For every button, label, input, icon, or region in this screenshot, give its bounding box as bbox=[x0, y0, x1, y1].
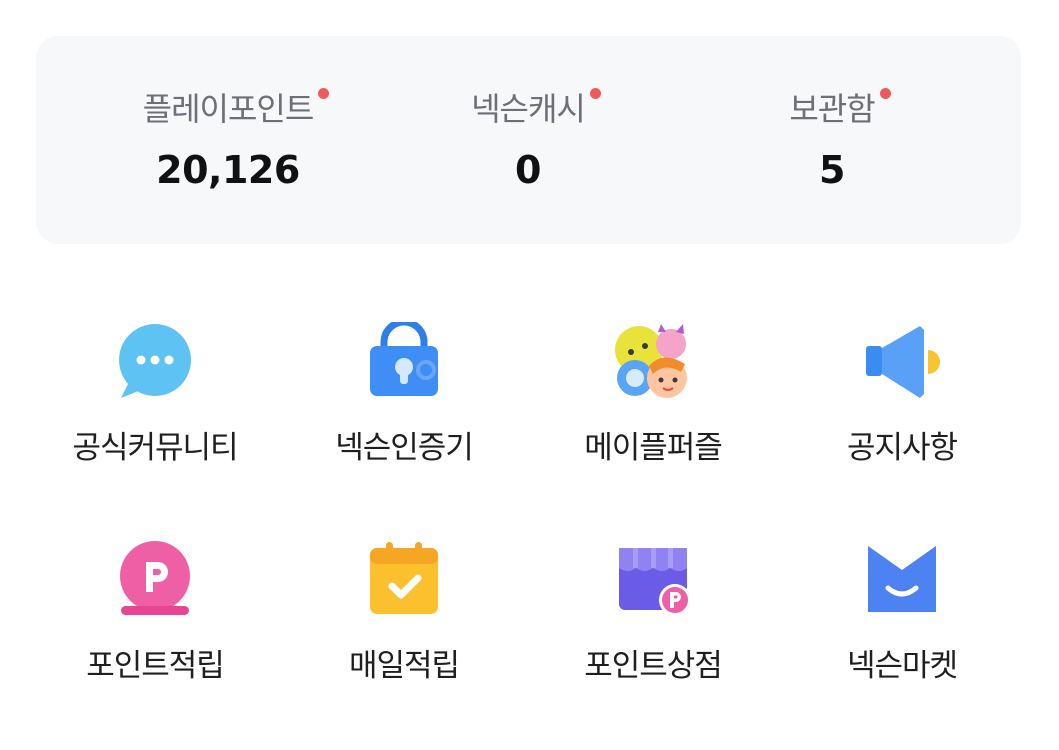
notification-dot bbox=[318, 88, 330, 99]
notification-dot bbox=[589, 88, 601, 99]
menu-label: 매일적립 bbox=[348, 648, 460, 684]
chat-bubble-icon bbox=[115, 322, 195, 402]
market-bag-icon bbox=[862, 540, 942, 620]
menu-label: 넥슨인증기 bbox=[335, 430, 474, 466]
calendar-check-icon bbox=[364, 540, 444, 620]
stat-label: 보관함 bbox=[789, 84, 891, 130]
menu-label: 메이플퍼즐 bbox=[584, 430, 723, 466]
menu-label: 공식커뮤니티 bbox=[72, 430, 238, 466]
menu-point-shop[interactable]: 포인트상점 bbox=[543, 540, 763, 710]
puzzle-characters-icon bbox=[613, 322, 693, 402]
stat-value: 5 bbox=[819, 148, 845, 192]
stat-label: 넥슨캐시 bbox=[471, 84, 601, 130]
stat-nexon-cash[interactable]: 넥슨캐시 0 bbox=[378, 36, 678, 244]
page: 플레이포인트 20,126 넥슨캐시 0 보관함 5 공식커뮤니티 넥슨인증기 … bbox=[0, 0, 1059, 750]
point-shop-icon bbox=[613, 540, 693, 620]
stat-storage[interactable]: 보관함 5 bbox=[682, 36, 982, 244]
menu-label: 포인트적립 bbox=[86, 648, 225, 684]
menu-label: 넥슨마켓 bbox=[846, 648, 958, 684]
notification-dot bbox=[879, 88, 891, 99]
menu-nexon-market[interactable]: 넥슨마켓 bbox=[792, 540, 1012, 710]
point-coin-icon bbox=[115, 540, 195, 620]
menu-maple-puzzle[interactable]: 메이플퍼즐 bbox=[543, 322, 763, 492]
stat-label: 플레이포인트 bbox=[143, 84, 330, 130]
menu-official-community[interactable]: 공식커뮤니티 bbox=[45, 322, 265, 492]
menu-notice[interactable]: 공지사항 bbox=[792, 322, 1012, 492]
stat-value: 20,126 bbox=[156, 148, 300, 192]
stat-value: 0 bbox=[515, 148, 541, 192]
menu-nexon-authenticator[interactable]: 넥슨인증기 bbox=[294, 322, 514, 492]
menu-label: 포인트상점 bbox=[584, 648, 723, 684]
megaphone-icon bbox=[862, 322, 942, 402]
summary-card: 플레이포인트 20,126 넥슨캐시 0 보관함 5 bbox=[36, 36, 1021, 244]
menu-point-earn[interactable]: 포인트적립 bbox=[45, 540, 265, 710]
menu-label: 공지사항 bbox=[846, 430, 958, 466]
stat-play-point[interactable]: 플레이포인트 20,126 bbox=[78, 36, 378, 244]
menu-daily-earn[interactable]: 매일적립 bbox=[294, 540, 514, 710]
lock-icon bbox=[364, 322, 444, 402]
